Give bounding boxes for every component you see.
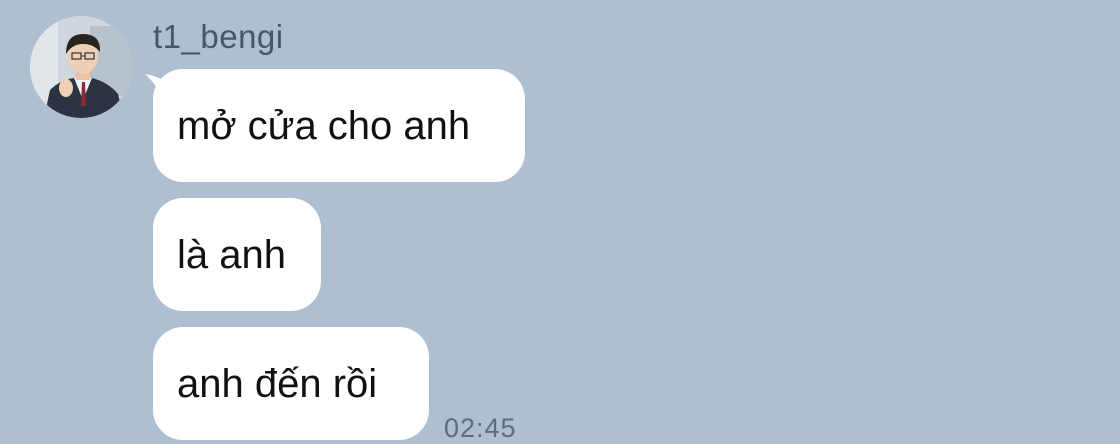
message-text: là anh <box>177 232 286 277</box>
avatar-photo-icon <box>30 16 132 118</box>
sender-avatar[interactable] <box>30 16 132 118</box>
chat-area: t1_bengi mở cửa cho anh là anh anh đến r… <box>0 0 1120 443</box>
message-text: anh đến rồi <box>177 361 378 406</box>
message-text: mở cửa cho anh <box>177 103 471 148</box>
message-bubble[interactable]: anh đến rồi <box>153 327 429 440</box>
message-bubble[interactable]: mở cửa cho anh <box>153 69 525 182</box>
sender-name: t1_bengi <box>153 18 284 55</box>
message-timestamp: 02:45 <box>444 413 517 443</box>
message-bubble[interactable]: là anh <box>153 198 321 311</box>
